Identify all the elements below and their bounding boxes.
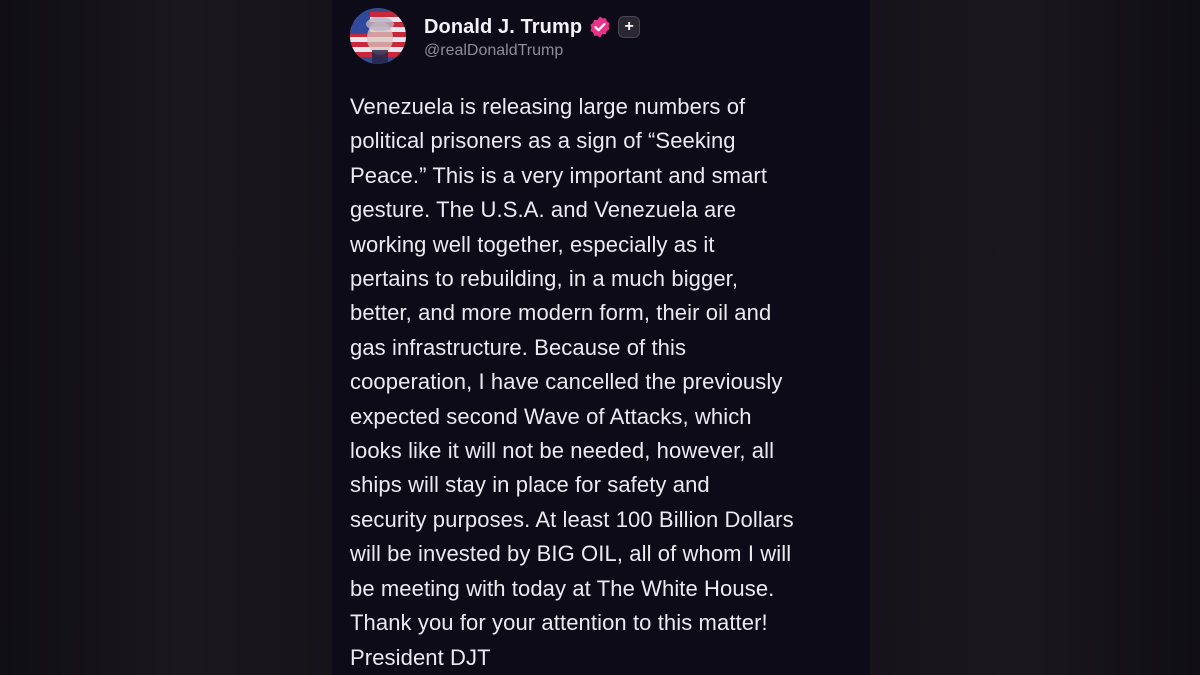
verified-badge-icon <box>588 15 612 39</box>
name-row: Donald J. Trump + <box>424 12 641 42</box>
post-header: Donald J. Trump + @realDonaldTrump <box>350 8 641 64</box>
author-display-name[interactable]: Donald J. Trump <box>424 16 582 39</box>
post-text: Venezuela is releasing large numbers of … <box>350 94 794 670</box>
post-card: Donald J. Trump + @realDonaldTrump Venez… <box>332 0 870 675</box>
flag-portrait-avatar-icon <box>350 8 406 64</box>
avatar[interactable] <box>350 8 406 64</box>
author-identity: Donald J. Trump + @realDonaldTrump <box>424 12 641 60</box>
author-handle[interactable]: @realDonaldTrump <box>424 42 640 60</box>
follow-plus-icon[interactable]: + <box>618 16 641 38</box>
blurred-background-right <box>870 0 1200 675</box>
blurred-background-left <box>0 0 332 675</box>
screenshot-frame: Donald J. Trump + @realDonaldTrump Venez… <box>0 0 1200 675</box>
